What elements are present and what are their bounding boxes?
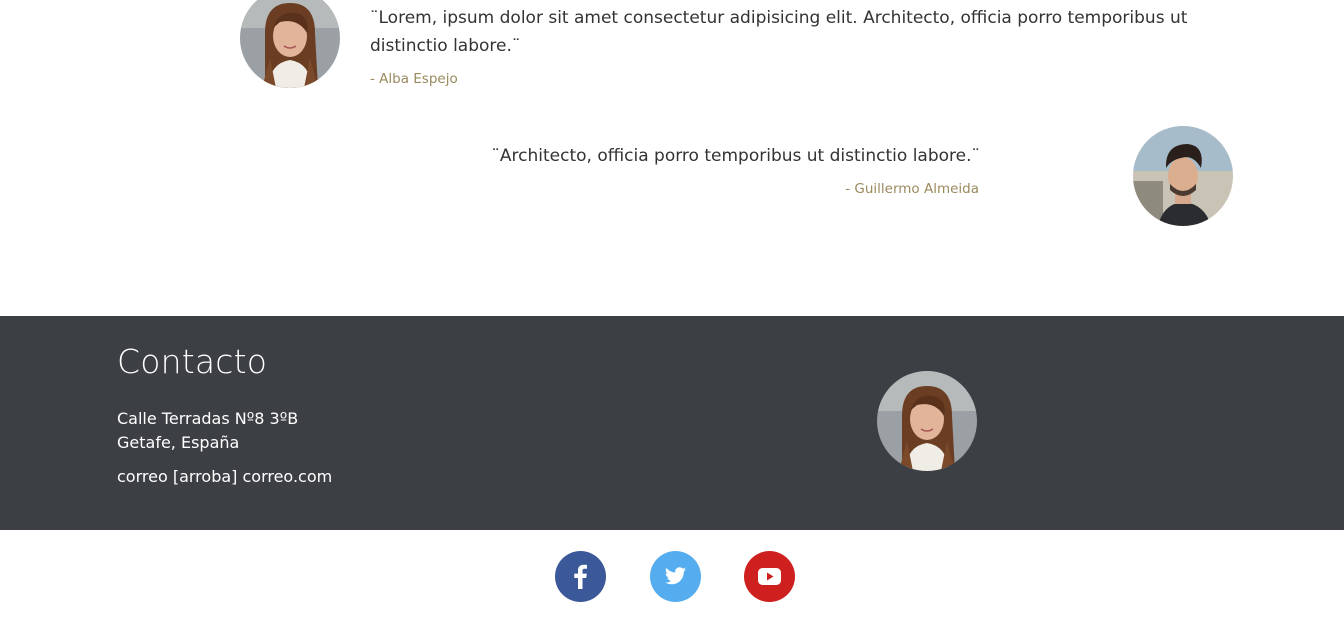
footer-title: Contacto (117, 342, 268, 381)
address-line: Calle Terradas Nº8 3ºB (117, 409, 299, 428)
testimonial-avatar-guillermo (1133, 126, 1233, 226)
youtube-icon (758, 568, 781, 585)
twitter-icon (665, 567, 686, 585)
facebook-button[interactable] (555, 551, 606, 602)
testimonial-avatar-alba (240, 0, 340, 88)
address-line: Getafe, España (117, 433, 240, 452)
testimonial-author: - Guillermo Almeida (845, 181, 979, 197)
woman-portrait-icon (877, 371, 977, 471)
twitter-button[interactable] (650, 551, 701, 602)
testimonial-quote: ¨Lorem, ipsum dolor sit amet consectetur… (370, 8, 1188, 56)
footer-avatar (877, 371, 977, 471)
testimonial-quote: ¨Architecto, officia porro temporibus ut… (491, 146, 980, 166)
facebook-icon (574, 564, 587, 589)
woman-portrait-icon (240, 0, 340, 88)
testimonial-author: - Alba Espejo (370, 71, 458, 87)
contact-footer: Contacto Calle Terradas Nº8 3ºB Getafe, … (0, 316, 1344, 530)
youtube-button[interactable] (744, 551, 795, 602)
man-portrait-icon (1133, 126, 1233, 226)
email-text: correo [arroba] correo.com (117, 467, 333, 486)
